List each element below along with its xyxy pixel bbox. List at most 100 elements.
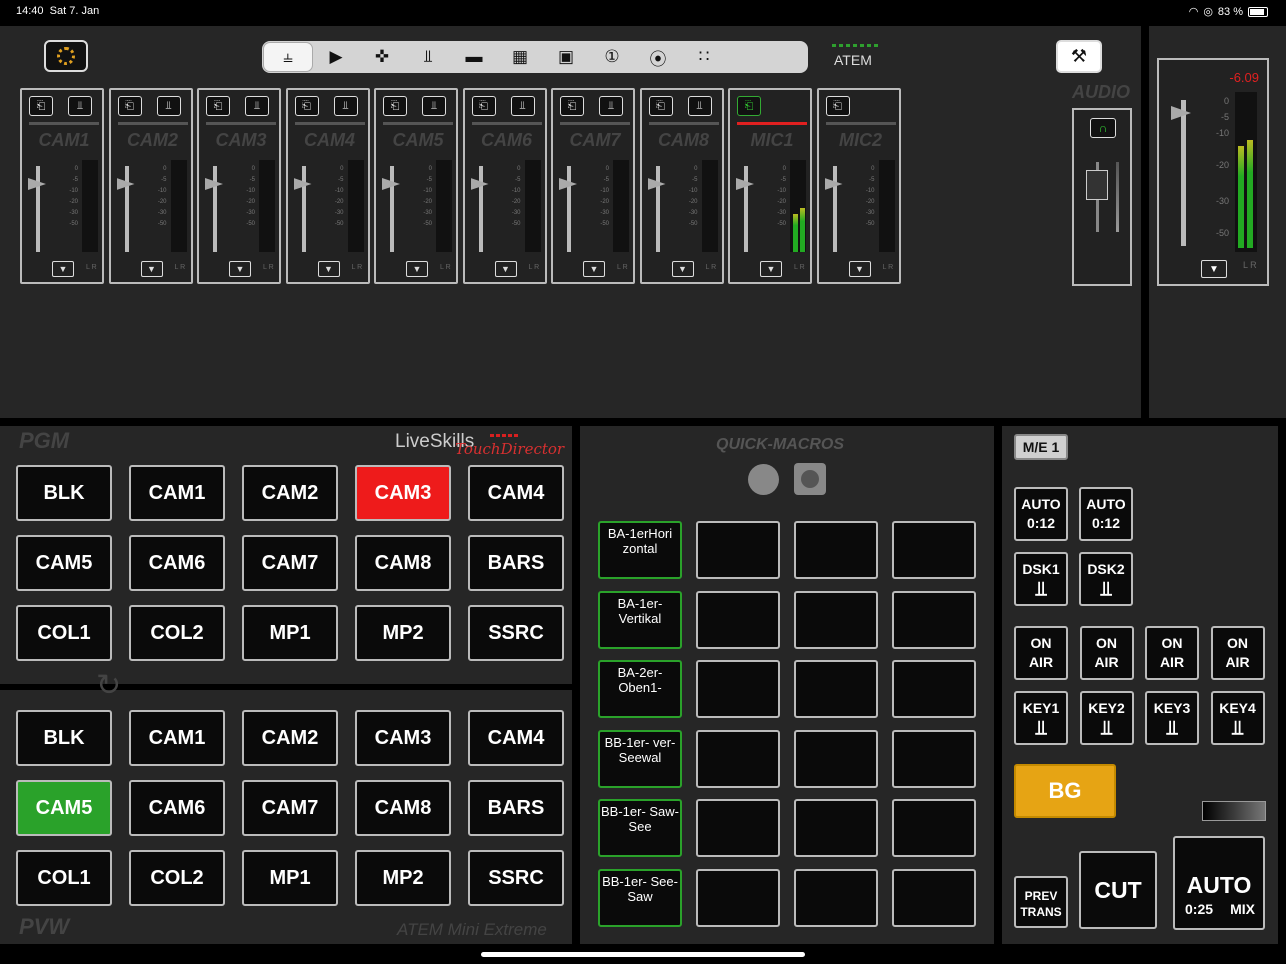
pvw-source-button[interactable]: CAM6 — [129, 780, 225, 836]
input-icon[interactable]: ⎗ — [471, 96, 496, 116]
macro-slot[interactable] — [892, 799, 976, 857]
pvw-source-button[interactable]: CAM3 — [355, 710, 451, 766]
multiview-icon[interactable]: ▦ — [497, 41, 543, 73]
window-icon[interactable]: ▣ — [543, 41, 589, 73]
macro-button[interactable]: BB-1er- Saw-See — [598, 799, 682, 857]
pvw-source-button[interactable]: CAM5 — [16, 780, 112, 836]
hammer-icon[interactable]: ⚒ — [1056, 40, 1102, 73]
macro-button[interactable]: BA-2er- Oben1- — [598, 660, 682, 718]
more-icon[interactable]: ∷ — [681, 41, 727, 73]
auto-mix-button[interactable]: AUTO 0:25 MIX — [1173, 836, 1265, 930]
channel-dropdown-icon[interactable]: ▼ — [229, 261, 251, 277]
macro-slot[interactable] — [794, 868, 878, 927]
dsk2-auto-button[interactable]: AUTO 0:12 — [1079, 487, 1133, 541]
master-dropdown-icon[interactable]: ▼ — [1201, 260, 1227, 278]
branch-icon[interactable]: ⫫ — [422, 96, 446, 116]
display-icon[interactable]: ▬ — [451, 41, 497, 73]
macro-slot[interactable] — [696, 729, 780, 788]
app-logo-button[interactable] — [44, 40, 88, 72]
pgm-source-button[interactable]: MP2 — [355, 605, 451, 661]
pvw-source-button[interactable]: BARS — [468, 780, 564, 836]
cut-button[interactable]: CUT — [1079, 851, 1157, 929]
channel-dropdown-icon[interactable]: ▼ — [848, 261, 871, 277]
branch-icon[interactable]: ⫫ — [333, 96, 358, 116]
play-icon[interactable]: ▶ — [313, 41, 359, 73]
headphone-fader-knob[interactable] — [1086, 170, 1108, 200]
macro-slot[interactable] — [892, 868, 976, 927]
branch-icon[interactable]: ⫫ — [687, 96, 712, 116]
macro-slot[interactable] — [892, 521, 976, 579]
branch-icon[interactable]: ⫫ — [510, 96, 535, 116]
input-icon[interactable]: ⎗ — [117, 96, 142, 116]
headphone-icon[interactable]: ∩ — [1090, 118, 1116, 138]
macro-slot[interactable] — [696, 590, 780, 649]
channel-dropdown-icon[interactable]: ▼ — [406, 261, 428, 277]
record-macro-icon[interactable] — [748, 464, 779, 495]
macro-slot[interactable] — [794, 799, 878, 857]
pvw-source-button[interactable]: CAM1 — [129, 710, 225, 766]
input-icon[interactable]: ⎗ — [383, 96, 407, 116]
macro-slot[interactable] — [794, 660, 878, 718]
macro-slot[interactable] — [892, 729, 976, 788]
bg-button[interactable]: BG — [1014, 764, 1116, 818]
channel-dropdown-icon[interactable]: ▼ — [760, 261, 782, 277]
macro-slot[interactable] — [696, 660, 780, 718]
me1-button[interactable]: M/E 1 — [1014, 434, 1068, 460]
pgm-source-button[interactable]: CAM6 — [129, 535, 225, 591]
macro-button[interactable]: BB-1er- See-Saw — [598, 868, 682, 927]
channel-dropdown-icon[interactable]: ▼ — [583, 261, 605, 277]
macro-slot[interactable] — [794, 729, 878, 788]
pvw-source-button[interactable]: CAM4 — [468, 710, 564, 766]
transition-bar[interactable] — [1202, 801, 1266, 821]
input-icon[interactable]: ⎗ — [737, 96, 761, 116]
pvw-source-button[interactable]: COL1 — [16, 850, 112, 906]
merge-icon[interactable]: ⫫ — [405, 41, 451, 73]
macro-slot[interactable] — [696, 521, 780, 579]
pvw-source-button[interactable]: SSRC — [468, 850, 564, 906]
macro-slot[interactable] — [794, 521, 878, 579]
key-button[interactable]: KEY3 ⫫ — [1145, 691, 1199, 745]
pvw-source-button[interactable]: CAM8 — [355, 780, 451, 836]
key-button[interactable]: KEY2 ⫫ — [1079, 691, 1134, 745]
pvw-source-button[interactable]: CAM2 — [242, 710, 338, 766]
input-icon[interactable]: ⎗ — [294, 96, 319, 116]
prev-trans-button[interactable]: PREV TRANS — [1014, 876, 1068, 928]
channel-dropdown-icon[interactable]: ▼ — [52, 261, 74, 277]
macro-button[interactable]: BA-1erHori zontal — [598, 521, 682, 579]
pgm-source-button[interactable]: COL2 — [129, 605, 225, 661]
input-icon[interactable]: ⎗ — [206, 96, 230, 116]
pgm-source-button[interactable]: CAM4 — [468, 465, 564, 521]
key-button[interactable]: KEY1 ⫫ — [1014, 691, 1068, 745]
pvw-source-button[interactable]: MP1 — [242, 850, 338, 906]
channel-dropdown-icon[interactable]: ▼ — [494, 261, 517, 277]
pvw-source-button[interactable]: CAM7 — [242, 780, 338, 836]
pgm-source-button[interactable]: CAM3 — [355, 465, 451, 521]
pgm-source-button[interactable]: BARS — [468, 535, 564, 591]
on-air-button[interactable]: ON AIR — [1014, 626, 1068, 680]
on-air-button[interactable]: ON AIR — [1210, 626, 1265, 680]
move-icon[interactable]: ✜ — [359, 41, 405, 73]
pgm-source-button[interactable]: CAM1 — [129, 465, 225, 521]
pgm-source-button[interactable]: BLK — [16, 465, 112, 521]
macro-slot[interactable] — [892, 660, 976, 718]
dsk2-button[interactable]: DSK2 ⫫ — [1079, 552, 1133, 606]
pgm-source-button[interactable]: CAM8 — [355, 535, 451, 591]
channel-dropdown-icon[interactable]: ▼ — [140, 261, 163, 277]
swap-icon[interactable]: ↻ — [96, 668, 121, 703]
input-icon[interactable]: ⎗ — [648, 96, 673, 116]
branch-icon[interactable]: ⫫ — [245, 96, 269, 116]
macro-slot[interactable] — [794, 590, 878, 649]
atem-label[interactable]: ATEM — [834, 52, 872, 68]
dsk1-button[interactable]: DSK1 ⫫ — [1014, 552, 1068, 606]
on-air-button[interactable]: ON AIR — [1079, 626, 1134, 680]
on-air-button[interactable]: ON AIR — [1145, 626, 1199, 680]
branch-icon[interactable]: ⫫ — [156, 96, 181, 116]
macro-slot[interactable] — [892, 590, 976, 649]
macro-slot[interactable] — [696, 799, 780, 857]
pvw-source-button[interactable]: COL2 — [129, 850, 225, 906]
macro-button[interactable]: BA-1er- Vertikal — [598, 590, 682, 649]
channel-dropdown-icon[interactable]: ▼ — [671, 261, 694, 277]
dsk1-auto-button[interactable]: AUTO 0:12 — [1014, 487, 1068, 541]
key-button[interactable]: KEY4 ⫫ — [1210, 691, 1265, 745]
broadcast-icon[interactable]: ⦿ — [635, 41, 681, 73]
